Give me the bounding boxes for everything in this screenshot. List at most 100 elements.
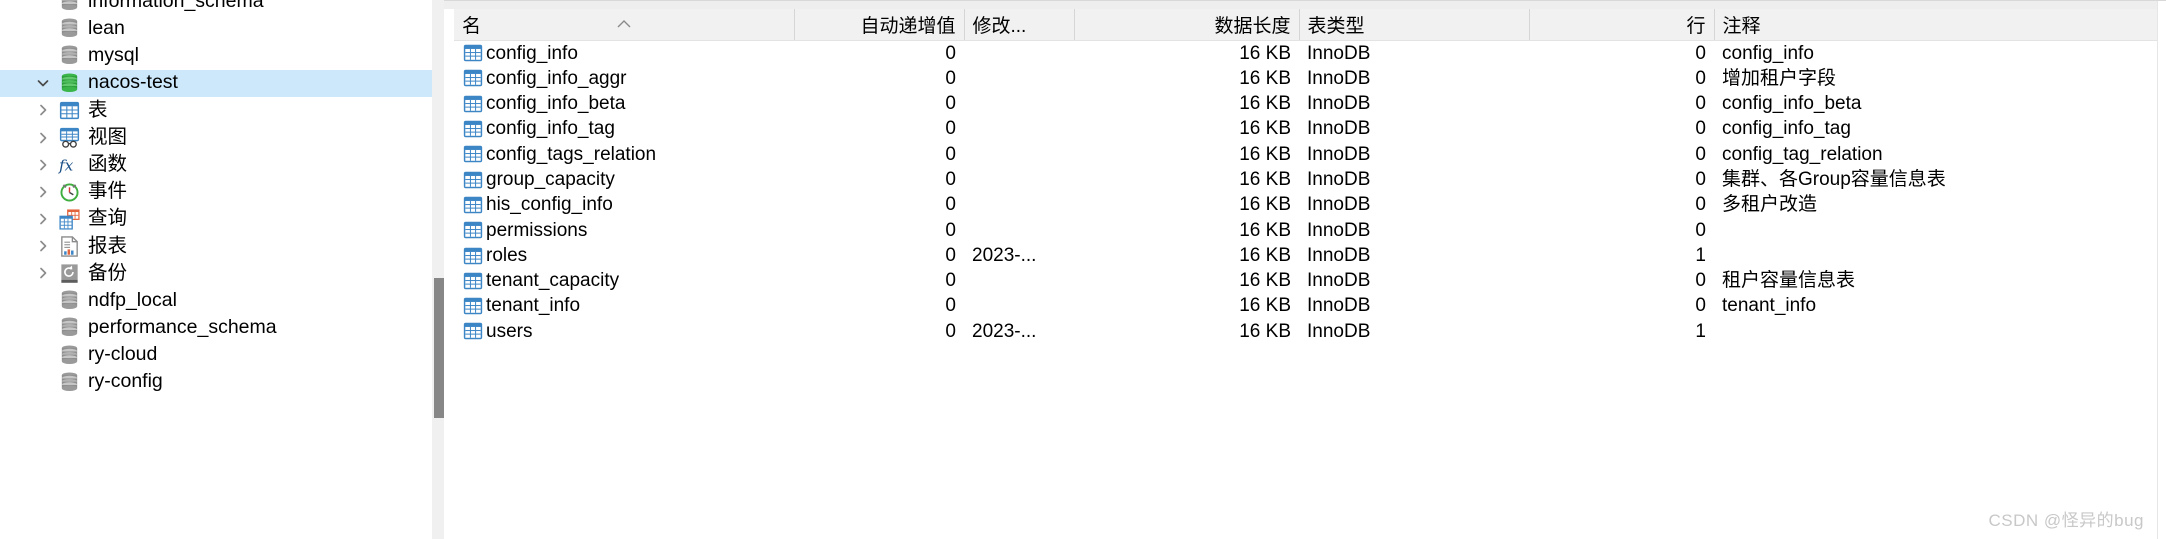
object-grid: 名 自动递增值 修改... 数据长度 表类型 行 注释 config_info 0 <box>454 9 2157 344</box>
tree-item-[interactable]: 报表 <box>0 233 432 260</box>
cell-name[interactable]: roles <box>454 243 794 268</box>
tree-item-label: 备份 <box>88 261 128 284</box>
cell-name[interactable]: his_config_info <box>454 192 794 217</box>
cell-rows: 0 <box>1695 118 1706 140</box>
cell-auto-increment: 0 <box>945 295 956 317</box>
database-icon <box>56 44 82 67</box>
cell-rows: 1 <box>1695 320 1706 342</box>
column-header-data-length-label: 数据长度 <box>1214 15 1291 37</box>
chevron-right-icon[interactable] <box>30 238 56 254</box>
tree-item-ry-config[interactable]: ry-config <box>0 369 432 396</box>
cell-data-length: 16 KB <box>1239 270 1291 292</box>
cell-engine: InnoDB <box>1307 219 1371 241</box>
chevron-right-icon[interactable] <box>30 130 56 146</box>
chevron-right-icon[interactable] <box>30 157 56 173</box>
sort-ascending-icon <box>616 13 632 35</box>
chevron-down-icon[interactable] <box>30 75 56 91</box>
tree-item-[interactable]: 事件 <box>0 178 432 205</box>
cell-rows: 0 <box>1695 219 1706 241</box>
table-icon <box>462 219 484 241</box>
cell-modified: 2023-... <box>972 320 1037 342</box>
database-tree-sidebar[interactable]: information_schema lean mysql nacos-test 表视图… <box>0 0 432 539</box>
tree-item-nacos-test[interactable]: nacos-test <box>0 69 432 97</box>
cell-data-length: 16 KB <box>1239 168 1291 190</box>
cell-name[interactable]: config_info_beta <box>454 91 794 116</box>
tree-item-[interactable]: 备份 <box>0 260 432 287</box>
chevron-right-icon[interactable] <box>30 211 56 227</box>
table-row[interactable]: tenant_capacity 0 16 KB InnoDB 0 租户容量信息表 <box>454 268 2157 293</box>
tree-item-ry-cloud[interactable]: ry-cloud <box>0 341 432 368</box>
cell-data-length: 16 KB <box>1239 143 1291 165</box>
grid-body: config_info 0 16 KB InnoDB 0 config_info confi… <box>454 40 2157 344</box>
table-row[interactable]: his_config_info 0 16 KB InnoDB 0 多租户改造 <box>454 192 2157 217</box>
chevron-right-icon[interactable] <box>30 184 56 200</box>
column-header-comment-label: 注释 <box>1722 15 1761 37</box>
tree-item-mysql[interactable]: mysql <box>0 42 432 69</box>
sidebar-scrollbar-thumb[interactable] <box>434 278 444 418</box>
csdn-watermark: CSDN @怪异的bug <box>1988 511 2144 530</box>
tree-item-[interactable]: 表 <box>0 97 432 124</box>
cell-auto-increment: 0 <box>945 194 956 216</box>
cell-name[interactable]: config_info <box>454 40 794 66</box>
cell-data-length: 16 KB <box>1239 42 1291 64</box>
table-row[interactable]: permissions 0 16 KB InnoDB 0 <box>454 218 2157 243</box>
tree-item-[interactable]: 查询 <box>0 206 432 233</box>
table-row[interactable]: users 0 2023-... 16 KB InnoDB 1 <box>454 319 2157 344</box>
column-header-auto-increment[interactable]: 自动递增值 <box>794 9 965 41</box>
panel-top-strip <box>444 1 2166 9</box>
cell-comment: config_info_beta <box>1722 93 1862 115</box>
chevron-right-icon[interactable] <box>30 102 56 118</box>
tree-item-ndfp_local[interactable]: ndfp_local <box>0 287 432 314</box>
database-tree-list: information_schema lean mysql nacos-test 表视图… <box>0 0 432 396</box>
column-header-modified-label: 修改... <box>972 15 1027 37</box>
table-name-label: config_info <box>486 42 578 64</box>
tree-item-lean[interactable]: lean <box>0 15 432 42</box>
column-header-name[interactable]: 名 <box>454 9 795 41</box>
cell-modified <box>964 293 1074 318</box>
grid-header-row: 名 自动递增值 修改... 数据长度 表类型 行 注释 <box>454 9 2157 41</box>
cell-comment <box>1714 243 2157 268</box>
column-header-engine[interactable]: 表类型 <box>1299 9 1530 41</box>
function-icon <box>56 153 82 176</box>
tree-item-[interactable]: 视图 <box>0 124 432 151</box>
cell-comment: 租户容量信息表 <box>1722 270 1856 292</box>
cell-rows: 0 <box>1695 295 1706 317</box>
cell-name[interactable]: config_info_tag <box>454 116 794 141</box>
column-header-comment[interactable]: 注释 <box>1714 9 2157 41</box>
table-row[interactable]: config_tags_relation 0 16 KB InnoDB 0 config_… <box>454 142 2157 167</box>
cell-engine: InnoDB <box>1307 67 1371 89</box>
cell-comment: tenant_info <box>1722 295 1817 317</box>
table-row[interactable]: config_info 0 16 KB InnoDB 0 config_info <box>454 40 2157 66</box>
cell-rows: 0 <box>1695 93 1706 115</box>
cell-modified: 2023-... <box>972 244 1037 266</box>
cell-name[interactable]: tenant_info <box>454 293 794 318</box>
tree-item-information_schema[interactable]: information_schema <box>0 0 432 15</box>
table-row[interactable]: config_info_tag 0 16 KB InnoDB 0 config_info_… <box>454 116 2157 141</box>
table-row[interactable]: group_capacity 0 16 KB InnoDB 0 集群、各Group容量信息… <box>454 167 2157 192</box>
cell-data-length: 16 KB <box>1239 219 1291 241</box>
column-header-rows[interactable]: 行 <box>1529 9 1715 41</box>
cell-name[interactable]: users <box>454 319 794 344</box>
table-row[interactable]: config_info_aggr 0 16 KB InnoDB 0 增加租户字段 <box>454 66 2157 91</box>
table-icon <box>56 99 82 122</box>
cell-name[interactable]: config_tags_relation <box>454 142 794 167</box>
chevron-right-icon[interactable] <box>30 265 56 281</box>
cell-name[interactable]: permissions <box>454 218 794 243</box>
column-header-data-length[interactable]: 数据长度 <box>1074 9 1300 41</box>
cell-modified <box>964 192 1074 217</box>
column-header-modified[interactable]: 修改... <box>964 9 1075 41</box>
database-icon <box>56 289 82 312</box>
tree-item-[interactable]: 函数 <box>0 151 432 178</box>
tree-item-performance_schema[interactable]: performance_schema <box>0 314 432 341</box>
cell-rows: 0 <box>1695 67 1706 89</box>
cell-comment: 多租户改造 <box>1722 194 1818 216</box>
table-row[interactable]: roles 0 2023-... 16 KB InnoDB 1 <box>454 243 2157 268</box>
cell-engine: InnoDB <box>1307 270 1371 292</box>
cell-auto-increment: 0 <box>945 67 956 89</box>
cell-name[interactable]: config_info_aggr <box>454 66 794 91</box>
cell-name[interactable]: group_capacity <box>454 167 794 192</box>
table-name-label: tenant_capacity <box>486 270 620 292</box>
table-row[interactable]: config_info_beta 0 16 KB InnoDB 0 config_info… <box>454 91 2157 116</box>
cell-name[interactable]: tenant_capacity <box>454 268 794 293</box>
table-row[interactable]: tenant_info 0 16 KB InnoDB 0 tenant_info <box>454 293 2157 318</box>
